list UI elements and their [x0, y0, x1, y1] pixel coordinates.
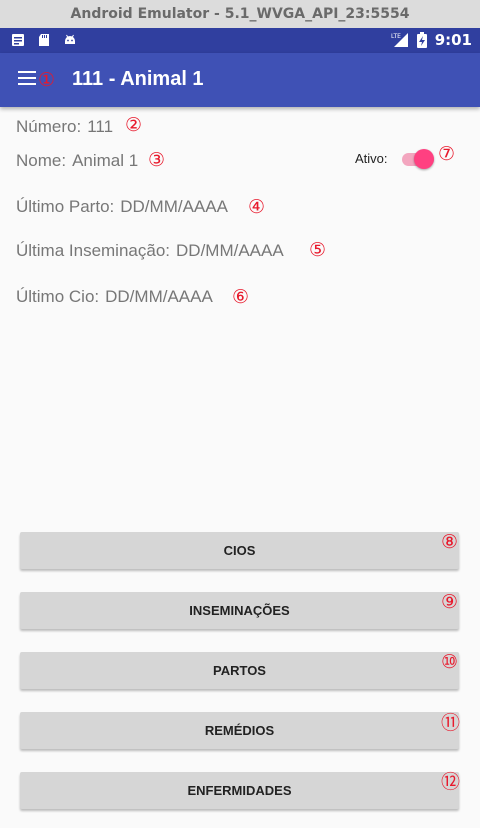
emulator-title-bar: Android Emulator - 5.1_WVGA_API_23:5554: [0, 0, 480, 28]
annotation-1: ①: [38, 69, 56, 91]
field-ultimo-parto: Último Parto: DD/MM/AAAA: [16, 197, 228, 217]
annotation-12: ⑫: [441, 771, 461, 793]
ultimo-parto-value: DD/MM/AAAA: [120, 197, 228, 216]
numero-value: 111: [87, 117, 114, 136]
annotation-5: ⑤: [309, 239, 327, 261]
ultimo-cio-label: Último Cio:: [16, 287, 100, 306]
annotation-10: ⑩: [441, 651, 459, 673]
hamburger-menu-icon[interactable]: [18, 71, 38, 89]
annotation-11: ⑪: [441, 712, 461, 734]
field-ultima-inseminacao: Última Inseminação: DD/MM/AAAA: [16, 241, 284, 261]
app-toolbar: 111 - Animal 1: [0, 53, 480, 107]
annotation-2: ②: [125, 114, 143, 136]
inseminacoes-button[interactable]: INSEMINAÇÕES: [20, 592, 459, 629]
nome-value: Animal 1: [72, 151, 139, 170]
status-clock: 9:01: [434, 31, 472, 49]
annotation-6: ⑥: [232, 286, 250, 308]
sd-card-icon: [39, 34, 49, 46]
emulator-title: Android Emulator - 5.1_WVGA_API_23:5554: [70, 6, 410, 22]
battery-charging-icon: [416, 32, 427, 48]
partos-button[interactable]: PARTOS: [20, 652, 459, 689]
news-icon: [12, 34, 24, 46]
status-bar: LTE 9:01: [0, 28, 480, 53]
ultima-inseminacao-label: Última Inseminação:: [16, 241, 171, 260]
ativo-switch[interactable]: [402, 149, 436, 169]
numero-label: Número:: [16, 117, 82, 136]
remedios-button[interactable]: REMÉDIOS: [20, 712, 459, 749]
field-numero: Número: 111: [16, 117, 113, 137]
annotation-3: ③: [148, 149, 166, 171]
annotation-7: ⑦: [438, 143, 456, 165]
ultimo-cio-value: DD/MM/AAAA: [105, 287, 213, 306]
ultimo-parto-label: Último Parto:: [16, 197, 115, 216]
field-ultimo-cio: Último Cio: DD/MM/AAAA: [16, 287, 213, 307]
lte-signal-icon: LTE: [391, 33, 408, 47]
nome-label: Nome:: [16, 151, 67, 170]
annotation-4: ④: [248, 196, 266, 218]
android-icon: [65, 34, 75, 44]
annotation-8: ⑧: [441, 531, 459, 553]
svg-text:LTE: LTE: [391, 33, 401, 40]
toolbar-title: 111 - Animal 1: [72, 68, 204, 90]
field-nome: Nome: Animal 1: [16, 151, 138, 171]
ativo-label: Ativo:: [355, 151, 388, 166]
enfermidades-button[interactable]: ENFERMIDADES: [20, 772, 459, 809]
ultima-inseminacao-value: DD/MM/AAAA: [176, 241, 284, 260]
cios-button[interactable]: CIOS: [20, 532, 459, 569]
annotation-9: ⑨: [441, 591, 459, 613]
switch-thumb: [414, 149, 434, 169]
